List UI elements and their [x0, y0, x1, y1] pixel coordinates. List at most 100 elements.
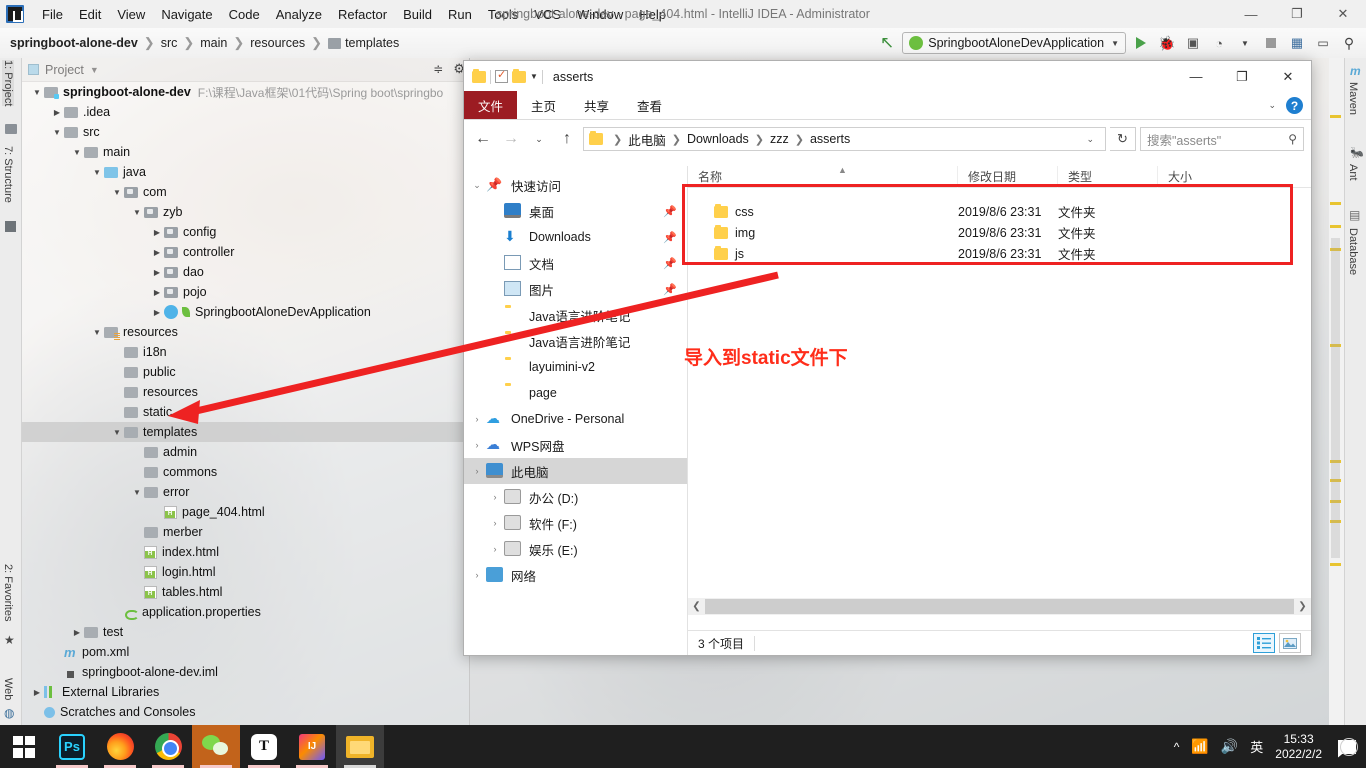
tree-node-root[interactable]: ▼ springboot-alone-dev F:\课程\Java框架\01代码…: [22, 82, 469, 102]
nav-item-onedrive-personal[interactable]: › ☁ OneDrive - Personal: [464, 406, 687, 432]
expand-arrow-icon[interactable]: ▼: [90, 328, 104, 337]
action-center-button[interactable]: 1: [1334, 734, 1360, 760]
pin-icon[interactable]: 📌: [663, 205, 677, 218]
tree-node-error[interactable]: ▼ error: [22, 482, 469, 502]
tree-node-resources[interactable]: resources: [22, 382, 469, 402]
menu-item-vcs[interactable]: VCS: [526, 4, 569, 25]
tree-node-application-properties[interactable]: application.properties: [22, 602, 469, 622]
recent-locations-button[interactable]: ⌄: [527, 127, 551, 151]
back-arrow-icon[interactable]: ↖: [880, 33, 894, 53]
tree-node-src[interactable]: ▼ src: [22, 122, 469, 142]
breadcrumb-main[interactable]: main: [200, 36, 227, 50]
nav-item--f-[interactable]: › 软件 (F:): [464, 510, 687, 536]
expand-arrow-icon[interactable]: ▼: [90, 168, 104, 177]
run-with-coverage-button[interactable]: ▣: [1182, 32, 1204, 54]
ribbon-tab-view[interactable]: 查看: [623, 91, 676, 119]
stop-button[interactable]: [1260, 32, 1282, 54]
sidebar-item-web[interactable]: Web: [2, 678, 14, 700]
sidebar-item-project[interactable]: 1: Project: [2, 60, 14, 107]
breadcrumb-resources[interactable]: resources: [250, 36, 305, 50]
new-folder-icon[interactable]: [512, 68, 526, 83]
expand-arrow-icon[interactable]: ▶: [150, 248, 164, 257]
nav-item--[interactable]: › 此电脑: [464, 458, 687, 484]
file-row[interactable]: img 2019/8/6 23:31 文件夹: [688, 222, 1311, 243]
taskbar-chrome[interactable]: [144, 725, 192, 768]
chevron-icon[interactable]: ›: [486, 492, 504, 502]
start-button[interactable]: [0, 725, 48, 768]
run-button[interactable]: [1130, 32, 1152, 54]
explorer-navigation-pane[interactable]: ⌄ 📌 快速访问 桌面 📌 ⬇ Downloads 📌 文档 📌 图片 📌 Java语言进阶笔记 Java…: [464, 166, 688, 655]
nav-item--[interactable]: 图片 📌: [464, 276, 687, 302]
menu-item-navigate[interactable]: Navigate: [153, 4, 220, 25]
taskbar-firefox[interactable]: [96, 725, 144, 768]
expand-arrow-icon[interactable]: ▼: [130, 488, 144, 497]
tree-node-resources[interactable]: ▼ resources: [22, 322, 469, 342]
profile-dropdown[interactable]: ▼: [1234, 32, 1256, 54]
back-button[interactable]: ←: [471, 127, 495, 151]
expand-arrow-icon[interactable]: ▼: [130, 208, 144, 217]
nav-item-layuimini-v2[interactable]: layuimini-v2: [464, 354, 687, 380]
tree-node-zyb[interactable]: ▼ zyb: [22, 202, 469, 222]
tree-node-pom-xml[interactable]: m pom.xml: [22, 642, 469, 662]
sidebar-item-ant[interactable]: Ant: [1347, 164, 1359, 181]
menu-item-help[interactable]: Help: [631, 4, 674, 25]
chevron-icon[interactable]: ⌄: [468, 180, 486, 191]
menu-item-view[interactable]: View: [109, 4, 153, 25]
pin-icon[interactable]: 📌: [663, 283, 677, 296]
column-header-date[interactable]: 修改日期: [958, 165, 1058, 188]
taskbar-file-explorer[interactable]: [336, 725, 384, 768]
chevron-icon[interactable]: ›: [468, 466, 486, 476]
horizontal-scrollbar[interactable]: ❮ ❯: [688, 598, 1311, 615]
project-tree[interactable]: ▼ springboot-alone-dev F:\课程\Java框架\01代码…: [22, 82, 469, 725]
close-button[interactable]: ✕: [1320, 0, 1366, 28]
ime-indicator[interactable]: 英: [1250, 737, 1263, 756]
up-button[interactable]: ↑: [555, 127, 579, 151]
chevron-icon[interactable]: ›: [486, 518, 504, 528]
tree-node--idea[interactable]: ▶ .idea: [22, 102, 469, 122]
run-configuration-selector[interactable]: SpringbootAloneDevApplication ▼: [902, 32, 1126, 54]
minimize-button[interactable]: —: [1228, 0, 1274, 28]
maximize-button[interactable]: ❐: [1219, 61, 1265, 92]
tree-node-config[interactable]: ▶ config: [22, 222, 469, 242]
breadcrumb-src[interactable]: src: [161, 36, 178, 50]
breadcrumb-project[interactable]: springboot-alone-dev: [10, 36, 138, 50]
help-icon[interactable]: ?: [1286, 97, 1303, 114]
menu-item-edit[interactable]: Edit: [71, 4, 109, 25]
tree-node-merber[interactable]: merber: [22, 522, 469, 542]
large-icons-view-icon[interactable]: [1279, 633, 1301, 653]
address-bar[interactable]: ❯ 此电脑 ❯ Downloads ❯ zzz ❯ asserts ⌄: [583, 127, 1106, 151]
sidebar-item-database[interactable]: Database: [1347, 228, 1359, 275]
ribbon-tab-file[interactable]: 文件: [464, 91, 518, 119]
network-icon[interactable]: 📶: [1191, 738, 1208, 755]
tree-node-static[interactable]: static: [22, 402, 469, 422]
maximize-button[interactable]: ❐: [1274, 0, 1320, 28]
nav-item--[interactable]: 桌面 📌: [464, 198, 687, 224]
chevron-icon[interactable]: ›: [468, 570, 486, 580]
editor-scrollbar-thumb[interactable]: [1331, 238, 1340, 558]
ribbon-tab-share[interactable]: 共享: [570, 91, 623, 119]
menu-item-code[interactable]: Code: [221, 4, 268, 25]
tree-node-com[interactable]: ▼ com: [22, 182, 469, 202]
sidebar-item-structure[interactable]: 7: Structure: [2, 146, 14, 203]
breadcrumb-templates[interactable]: templates: [345, 36, 399, 50]
profile-button[interactable]: ◔: [1208, 32, 1230, 54]
taskbar-photoshop[interactable]: Ps: [48, 725, 96, 768]
tree-node-java[interactable]: ▼ java: [22, 162, 469, 182]
forward-button[interactable]: →: [499, 127, 523, 151]
tree-node-admin[interactable]: admin: [22, 442, 469, 462]
menu-item-window[interactable]: Window: [569, 4, 631, 25]
tree-node-commons[interactable]: commons: [22, 462, 469, 482]
expand-arrow-icon[interactable]: ▼: [70, 148, 84, 157]
refresh-button[interactable]: ↻: [1110, 127, 1136, 151]
expand-arrow-icon[interactable]: ▼: [110, 188, 124, 197]
nav-item--[interactable]: ⌄ 📌 快速访问: [464, 172, 687, 198]
menu-item-run[interactable]: Run: [440, 4, 480, 25]
file-list[interactable]: css 2019/8/6 23:31 文件夹 img 2019/8/6 23:31 文件夹…: [688, 188, 1311, 264]
chevron-down-icon[interactable]: ▼: [530, 72, 538, 81]
expand-arrow-icon[interactable]: ▼: [30, 88, 44, 97]
close-button[interactable]: ✕: [1265, 61, 1311, 92]
chevron-icon[interactable]: ›: [468, 440, 486, 450]
address-crumb-thispc[interactable]: 此电脑: [628, 130, 666, 149]
expand-arrow-icon[interactable]: ▶: [150, 308, 164, 317]
ribbon-tab-home[interactable]: 主页: [517, 91, 570, 119]
